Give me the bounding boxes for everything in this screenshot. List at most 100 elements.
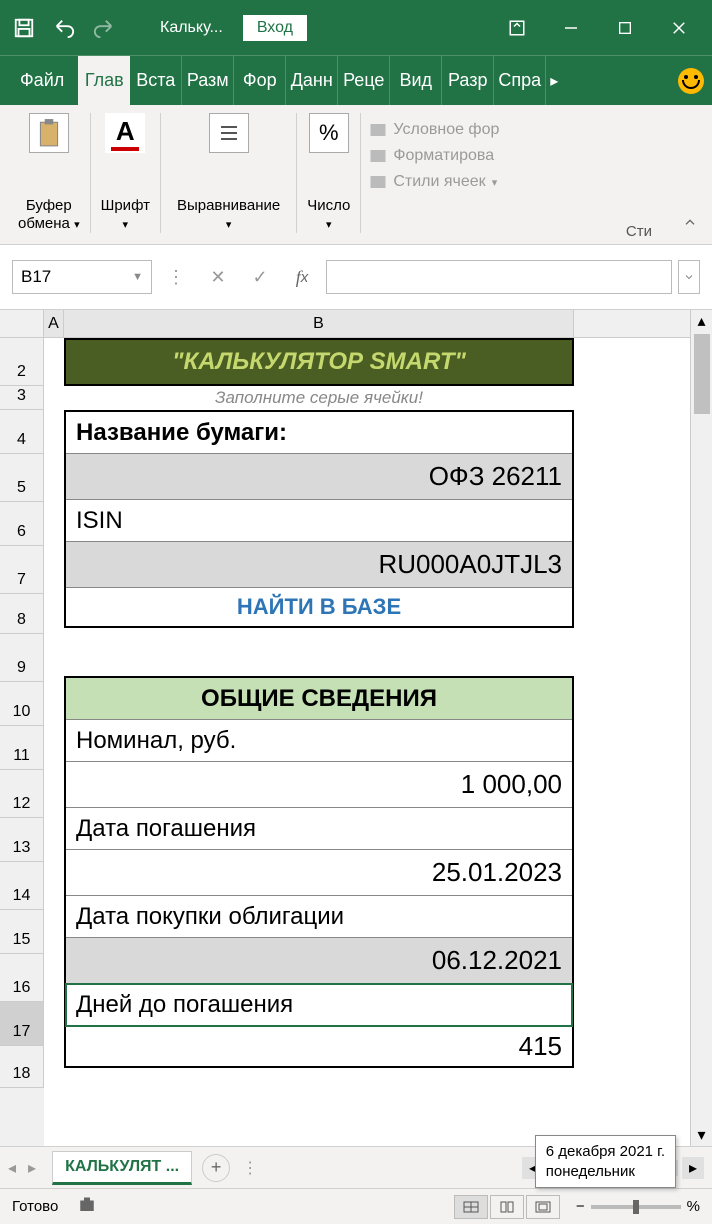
general-info-header: ОБЩИЕ СВЕДЕНИЯ [66, 678, 572, 720]
minimize-button[interactable] [546, 0, 596, 55]
scroll-down-button[interactable]: ▾ [697, 1124, 705, 1146]
isin-value[interactable]: RU000A0JTJL3 [66, 542, 572, 588]
tab-insert[interactable]: Вста [130, 56, 182, 105]
tab-formulas[interactable]: Фор [234, 56, 286, 105]
ribbon-tabs: Файл Глав Вста Разм Фор Данн Реце Вид Ра… [0, 55, 712, 105]
purchase-date-value[interactable]: 06.12.2021 [66, 938, 572, 984]
select-all-corner[interactable] [0, 310, 44, 337]
column-headers: A B [0, 310, 712, 338]
hscroll-right-button[interactable]: ▸ [682, 1157, 704, 1179]
zoom-slider[interactable] [591, 1205, 681, 1209]
row-header[interactable]: 5 [0, 454, 44, 502]
undo-button[interactable] [48, 12, 80, 44]
clipboard-label: Буфер обмена ▾ [18, 197, 80, 233]
maximize-button[interactable] [600, 0, 650, 55]
tab-layout[interactable]: Разм [182, 56, 234, 105]
format-as-table-button[interactable]: Форматирова [369, 143, 708, 169]
tab-view[interactable]: Вид [390, 56, 442, 105]
nominal-label: Номинал, руб. [66, 720, 572, 762]
name-box[interactable]: B17 ▼ [12, 260, 152, 294]
font-group[interactable]: A Шрифт▾ [91, 113, 161, 233]
expand-formula-bar-button[interactable] [678, 260, 700, 294]
vertical-scrollbar[interactable]: ▴ ▾ [690, 338, 712, 1146]
collapse-ribbon-button[interactable] [682, 215, 698, 236]
row-header[interactable]: 17 [0, 1002, 44, 1046]
row-header[interactable]: 6 [0, 502, 44, 546]
tab-developer[interactable]: Разр [442, 56, 494, 105]
column-header-a[interactable]: A [44, 310, 64, 337]
cell-styles-button[interactable]: Стили ячеек ▾ [369, 169, 708, 195]
sign-in-button[interactable]: Вход [243, 15, 307, 41]
cancel-formula-button[interactable]: ✕ [200, 260, 236, 294]
tab-help[interactable]: Спра [494, 56, 546, 105]
row-header[interactable]: 16 [0, 954, 44, 1002]
row-header[interactable]: 14 [0, 862, 44, 910]
page-break-view-button[interactable] [526, 1195, 560, 1219]
clipboard-group[interactable]: Буфер обмена ▾ [8, 113, 91, 233]
date-tooltip: 6 декабря 2021 г. понедельник [535, 1135, 676, 1188]
number-group[interactable]: % Число▾ [297, 113, 361, 233]
zoom-out-button[interactable]: − [576, 1198, 585, 1215]
conditional-format-button[interactable]: Условное фор [369, 117, 708, 143]
row-header[interactable]: 7 [0, 546, 44, 594]
isin-label: ISIN [66, 500, 572, 542]
close-button[interactable] [654, 0, 704, 55]
row-header[interactable]: 18 [0, 1046, 44, 1088]
title-bar: Кальку... Вход [0, 0, 712, 55]
macros-icon[interactable] [78, 1196, 96, 1218]
scroll-thumb[interactable] [694, 338, 710, 414]
tabs-overflow-button[interactable]: ▸ [546, 71, 562, 91]
tab-review[interactable]: Реце [338, 56, 390, 105]
row-header[interactable]: 11 [0, 726, 44, 770]
normal-view-button[interactable] [454, 1195, 488, 1219]
alignment-group[interactable]: Выравнивание▾ [161, 113, 297, 233]
zoom-percent[interactable]: % [687, 1198, 700, 1215]
tab-data[interactable]: Данн [286, 56, 338, 105]
row-header[interactable]: 10 [0, 682, 44, 726]
confirm-formula-button[interactable]: ✓ [242, 260, 278, 294]
insert-function-button[interactable]: fx [284, 260, 320, 294]
row-header[interactable]: 2 [0, 338, 44, 386]
alignment-label: Выравнивание▾ [177, 197, 280, 233]
row-headers: 2 3 4 5 6 7 8 9 10 11 12 13 14 15 16 17 … [0, 338, 44, 1146]
view-switcher [454, 1195, 560, 1219]
days-to-maturity-label[interactable]: Дней до погашения [66, 984, 572, 1026]
zoom-control[interactable]: − + % [576, 1198, 700, 1215]
save-button[interactable] [8, 12, 40, 44]
formula-bar: B17 ▼ ⋮ ✕ ✓ fx [0, 245, 712, 310]
bond-name-label: Название бумаги: [66, 412, 572, 454]
sheet-prev-button[interactable]: ◂ [8, 1158, 16, 1178]
feedback-icon[interactable] [678, 68, 704, 94]
page-layout-view-button[interactable] [490, 1195, 524, 1219]
sheet-tab-active[interactable]: КАЛЬКУЛЯТ ... [52, 1151, 192, 1185]
tab-file[interactable]: Файл [16, 56, 78, 105]
ribbon-options-button[interactable] [492, 0, 542, 55]
status-bar: Готово − + % [0, 1188, 712, 1224]
sheet-tab-separator: ⋮ [242, 1158, 258, 1178]
row-header[interactable]: 13 [0, 818, 44, 862]
find-in-database-link[interactable]: НАЙТИ В БАЗЕ [66, 588, 572, 626]
row-header[interactable]: 15 [0, 910, 44, 954]
paste-icon [29, 113, 69, 153]
row-header[interactable]: 12 [0, 770, 44, 818]
redo-button[interactable] [88, 12, 120, 44]
window-controls [492, 0, 704, 55]
quick-access-toolbar [8, 12, 120, 44]
formula-input[interactable] [326, 260, 672, 294]
styles-caption: Сти [626, 223, 652, 240]
bond-name-value[interactable]: ОФЗ 26211 [66, 454, 572, 500]
add-sheet-button[interactable]: + [202, 1154, 230, 1182]
calculator-title: "КАЛЬКУЛЯТОР SMART" [64, 338, 574, 386]
row-header[interactable]: 4 [0, 410, 44, 454]
number-label: Число▾ [307, 197, 350, 233]
row-header[interactable]: 8 [0, 594, 44, 634]
purchase-date-label: Дата покупки облигации [66, 896, 572, 938]
tab-home[interactable]: Глав [78, 56, 130, 105]
row-header[interactable]: 9 [0, 634, 44, 682]
column-header-b[interactable]: B [64, 310, 574, 337]
maturity-label: Дата погашения [66, 808, 572, 850]
sheet-next-button[interactable]: ▸ [28, 1158, 36, 1178]
row-header[interactable]: 3 [0, 386, 44, 410]
document-title: Кальку... [160, 19, 223, 37]
cells-area[interactable]: "КАЛЬКУЛЯТОР SMART" Заполните серые ячей… [44, 338, 574, 1146]
